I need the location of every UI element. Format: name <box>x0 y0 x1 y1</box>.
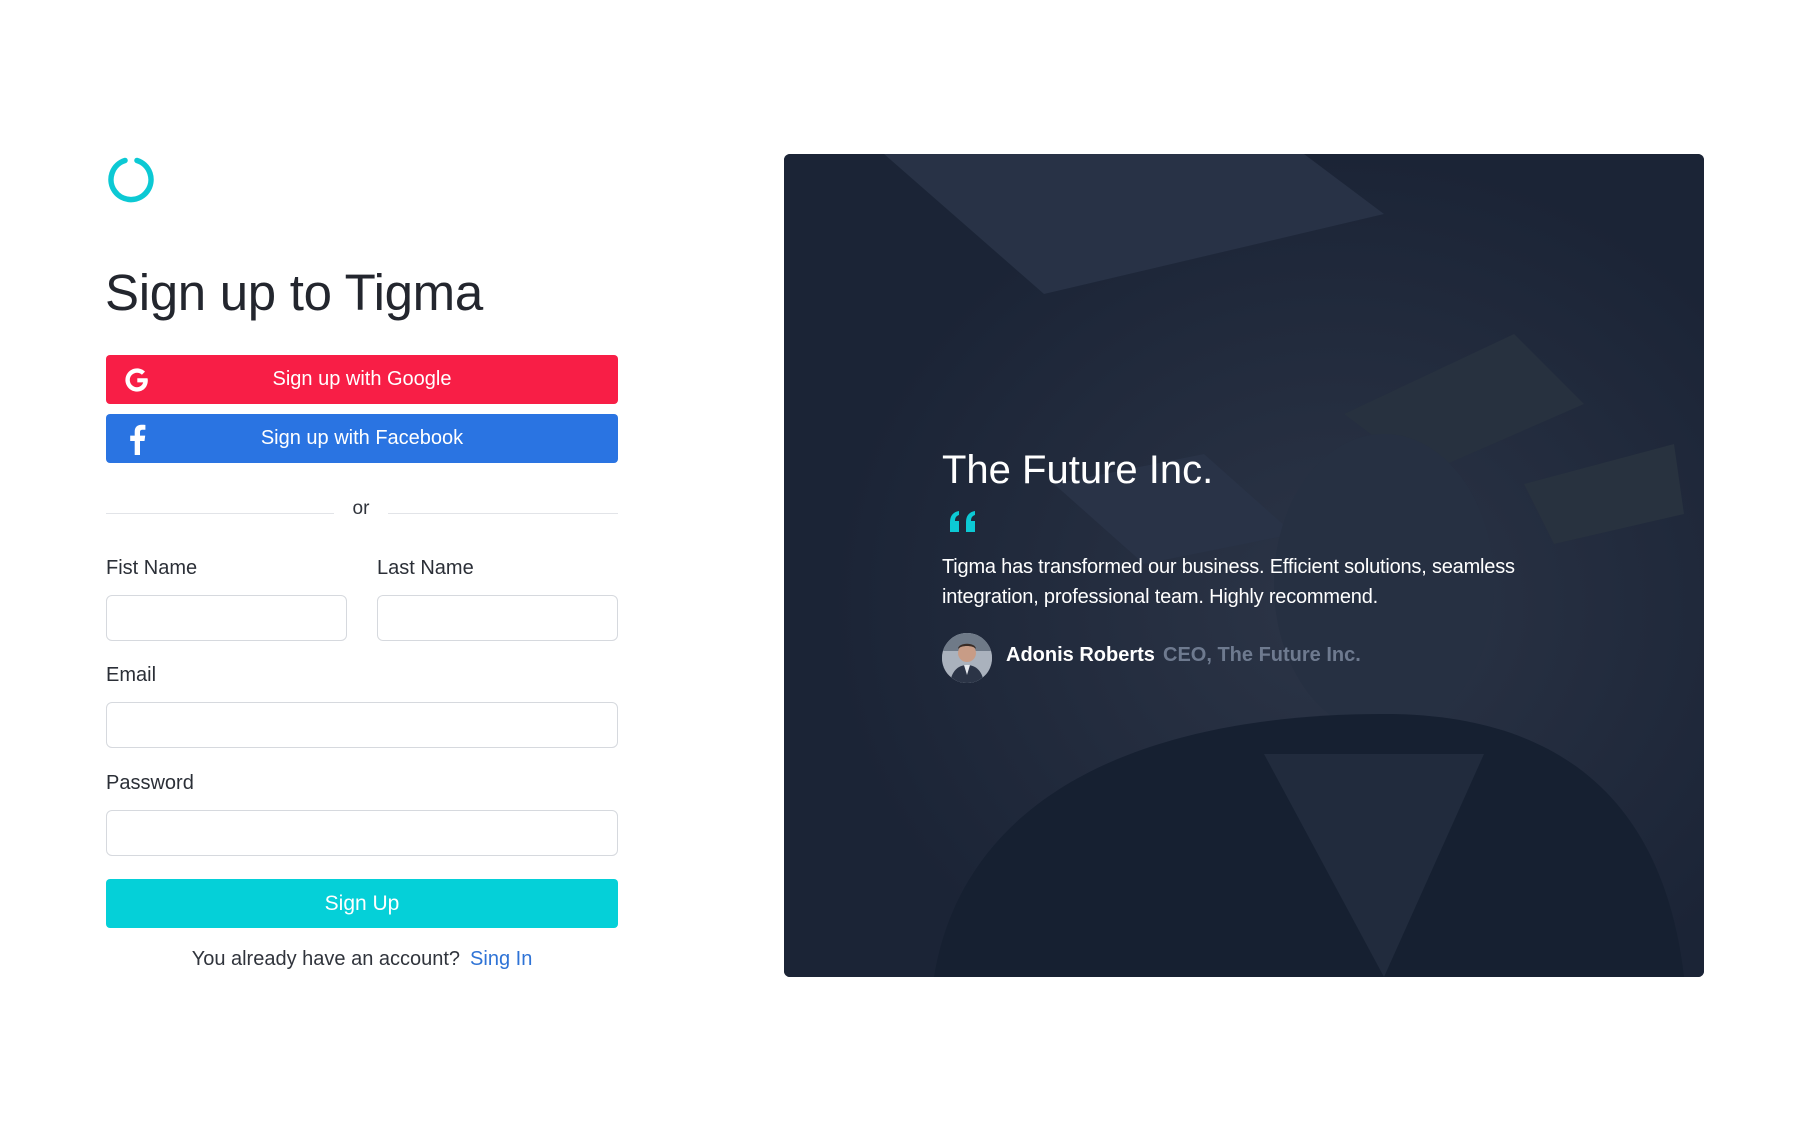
google-signup-button[interactable]: Sign up with Google <box>106 355 618 404</box>
first-name-field[interactable] <box>106 595 347 641</box>
sign-up-button[interactable]: Sign Up <box>106 879 618 928</box>
facebook-icon <box>120 422 154 456</box>
email-label: Email <box>106 664 157 686</box>
author-role: CEO, The Future Inc. <box>1163 644 1361 666</box>
facebook-signup-button[interactable]: Sign up with Facebook <box>106 414 618 463</box>
last-name-label: Last Name <box>377 557 474 579</box>
google-icon <box>120 363 154 397</box>
sign-in-link[interactable]: Sing In <box>470 948 532 970</box>
first-name-label: Fist Name <box>106 557 198 579</box>
quote-icon <box>950 511 975 532</box>
divider-or: or <box>352 498 370 519</box>
testimonial-company: The Future Inc. <box>942 448 1214 492</box>
password-label: Password <box>106 772 194 794</box>
testimonial-quote: Tigma has transformed our business. Effi… <box>942 556 1515 608</box>
divider-line-left <box>106 513 334 514</box>
author-name: Adonis Roberts <box>1006 644 1155 666</box>
ring-logo-icon <box>108 157 154 203</box>
testimonial-panel: The Future Inc. Tigma has transformed ou… <box>784 154 1704 977</box>
last-name-field[interactable] <box>377 595 618 641</box>
divider-line-right <box>388 513 618 514</box>
google-signup-label: Sign up with Google <box>272 368 452 390</box>
password-field[interactable] <box>106 810 618 856</box>
facebook-signup-label: Sign up with Facebook <box>260 427 464 449</box>
signin-prompt: You already have an account? <box>191 948 461 970</box>
page-title: Sign up to Tigma <box>105 264 483 321</box>
avatar <box>942 633 992 683</box>
email-field[interactable] <box>106 702 618 748</box>
signin-row: You already have an account? Sing In <box>106 948 618 971</box>
